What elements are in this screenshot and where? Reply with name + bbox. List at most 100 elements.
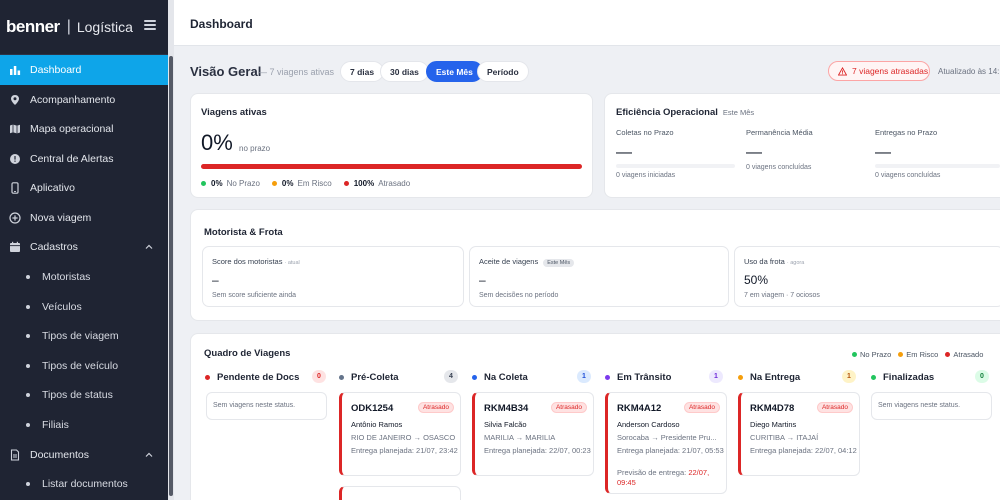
trip-status-badge: Atrasado xyxy=(550,402,587,413)
sidebar-subitem-tipos-viagem[interactable]: Tipos de viagem xyxy=(0,321,168,351)
late-progress-bar xyxy=(201,164,582,169)
driver-score-foot: Sem score suficiente ainda xyxy=(212,292,297,299)
sidebar-subitem-veiculos[interactable]: Veículos xyxy=(0,292,168,322)
column-em-transito: Em Trânsito xyxy=(605,370,671,384)
smartphone-icon xyxy=(9,182,21,194)
on-time-percent: 0% xyxy=(201,130,233,155)
driver-score-box[interactable]: Score dos motoristas · atual – Sem score … xyxy=(202,246,464,307)
sidebar-subitem-label: Listar documentos xyxy=(42,478,128,490)
trip-route: RIO DE JANEIRO → OSASCO xyxy=(351,433,456,442)
sidebar-item-acompanhamento[interactable]: Acompanhamento xyxy=(0,85,168,115)
sidebar-item-cadastros[interactable]: Cadastros xyxy=(0,232,168,262)
count-badge: 0 xyxy=(975,370,989,383)
trip-card-rkm4b34[interactable]: RKM4B34 Atrasado Silvia Falcão MARILIA →… xyxy=(472,392,594,476)
sidebar-subitem-label: Tipos de viagem xyxy=(42,330,119,342)
trip-acceptance-value: – xyxy=(479,273,486,287)
trip-planned-delivery: Entrega planejada: 21/07, 23:42 xyxy=(351,446,458,455)
active-trips-title: Viagens ativas xyxy=(201,107,267,118)
trip-route: CURITIBA → ITAJAÍ xyxy=(750,433,819,442)
efficiency-period: Este Mês xyxy=(722,108,755,117)
sidebar-subitem-label: Tipos de veículo xyxy=(42,360,119,372)
trip-driver: Antônio Ramos xyxy=(351,420,403,429)
legend-em-risco: 0% Em Risco xyxy=(271,179,332,188)
late-trips-alert[interactable]: 7 viagens atrasadas xyxy=(828,61,930,81)
driver-score-label: Score dos motoristas xyxy=(212,257,283,266)
trip-acceptance-box[interactable]: Aceite de viagens Este Mês – Sem decisões… xyxy=(469,246,729,307)
trip-code: ODK1254 xyxy=(351,403,394,414)
column-pendente-docs: Pendente de Docs xyxy=(205,370,299,384)
warning-triangle-icon xyxy=(838,66,847,76)
trip-card-rkm4d78[interactable]: RKM4D78 Atrasado Diego Martins CURITIBA … xyxy=(738,392,860,476)
fleet-usage-label: Uso da frota xyxy=(744,257,785,266)
sidebar: benner | Logística Dashboard Acompanhame… xyxy=(0,0,168,500)
overview-subtitle: — 7 viagens ativas xyxy=(258,67,335,77)
legend-em-risco: Em Risco xyxy=(898,350,938,359)
sidebar-item-documentos[interactable]: Documentos xyxy=(0,440,168,470)
efficiency-foot-permanencia: 0 viagens concluídas xyxy=(746,164,812,171)
calendar-icon xyxy=(9,241,21,253)
empty-finalizadas: Sem viagens neste status. xyxy=(871,392,992,420)
legend-atrasado: 100% Atrasado xyxy=(343,179,410,188)
efficiency-bar-coletas xyxy=(616,164,735,168)
count-badge: 1 xyxy=(842,370,856,383)
trip-status-badge: Atrasado xyxy=(816,402,853,413)
trip-driver: Anderson Cardoso xyxy=(617,420,680,429)
sidebar-item-nova-viagem[interactable]: Nova viagem xyxy=(0,203,168,233)
trip-acceptance-foot: Sem decisões no período xyxy=(479,292,559,299)
trip-driver: Diego Martins xyxy=(750,420,797,429)
sidebar-subitem-tipos-veiculo[interactable]: Tipos de veículo xyxy=(0,351,168,381)
map-pin-icon xyxy=(9,94,21,106)
sidebar-subitem-label: Veículos xyxy=(42,301,82,313)
trip-board-title: Quadro de Viagens xyxy=(204,348,291,359)
trip-code: RKM4D78 xyxy=(750,403,795,414)
sidebar-subitem-tipos-status[interactable]: Tipos de status xyxy=(0,380,168,410)
column-finalizadas: Finalizadas xyxy=(871,370,934,384)
trip-card-rkm4a12[interactable]: RKM4A12 Atrasado Anderson Cardoso Soroca… xyxy=(605,392,727,494)
sidebar-scrollbar-thumb[interactable] xyxy=(169,56,173,496)
trip-card-partial[interactable] xyxy=(339,486,461,500)
trip-status-badge: Atrasado xyxy=(683,402,720,413)
sidebar-item-label: Central de Alertas xyxy=(30,153,114,165)
sidebar-item-aplicativo[interactable]: Aplicativo xyxy=(0,173,168,203)
fleet-usage-box[interactable]: Uso da frota · agora 50% 7 em viagem · 7 … xyxy=(734,246,1000,307)
column-na-entrega: Na Entrega xyxy=(738,370,800,384)
active-trips-legend: 0% No Prazo 0% Em Risco 100% Atrasado xyxy=(201,179,422,188)
driver-fleet-title: Motorista & Frota xyxy=(204,227,283,238)
efficiency-col-coletas: Coletas no Prazo — xyxy=(616,128,674,161)
trip-route: Sorocaba → Presidente Pru... xyxy=(617,433,717,442)
trip-planned-delivery: Entrega planejada: 21/07, 05:53 xyxy=(617,446,724,455)
trip-acceptance-tag: Este Mês xyxy=(543,259,575,267)
efficiency-col-permanencia: Permanência Média — xyxy=(746,128,813,161)
trip-card-odk1254[interactable]: ODK1254 Atrasado Antônio Ramos RIO DE JA… xyxy=(339,392,461,476)
count-badge: 0 xyxy=(312,370,326,383)
sidebar-subitem-label: Motoristas xyxy=(42,271,91,283)
sidebar-subitem-filiais[interactable]: Filiais xyxy=(0,410,168,440)
sidebar-subitem-motoristas[interactable]: Motoristas xyxy=(0,262,168,292)
trip-forecast-delivery: Previsão de entrega: 22/07, 09:45 xyxy=(617,468,710,487)
filter-7-dias[interactable]: 7 dias xyxy=(340,61,385,82)
map-icon xyxy=(9,123,21,135)
topbar: Dashboard xyxy=(174,0,1000,46)
legend-no-prazo: 0% No Prazo xyxy=(201,179,260,188)
filter-30-dias[interactable]: 30 dias xyxy=(380,61,429,82)
sidebar-item-dashboard[interactable]: Dashboard xyxy=(0,55,168,85)
sidebar-item-central-alertas[interactable]: Central de Alertas xyxy=(0,144,168,174)
brand: benner | Logística xyxy=(0,0,168,55)
efficiency-col-entregas: Entregas no Prazo — xyxy=(875,128,938,161)
chevron-up-icon xyxy=(145,244,153,249)
efficiency-foot-coletas: 0 viagens iniciadas xyxy=(616,172,676,179)
trip-status-badge: Atrasado xyxy=(417,402,454,413)
sidebar-item-label: Cadastros xyxy=(30,241,78,253)
sidebar-subitem-listar-documentos[interactable]: Listar documentos xyxy=(0,469,168,499)
trip-code: RKM4A12 xyxy=(617,403,662,414)
count-badge: 4 xyxy=(444,370,458,383)
sidebar-item-mapa-operacional[interactable]: Mapa operacional xyxy=(0,114,168,144)
trip-planned-delivery: Entrega planejada: 22/07, 00:23 xyxy=(484,446,591,455)
filter-periodo[interactable]: Período xyxy=(477,61,529,82)
sidebar-item-label: Nova viagem xyxy=(30,212,92,224)
menu-toggle-icon[interactable] xyxy=(144,20,156,30)
efficiency-title: Eficiência Operacional Este Mês xyxy=(616,107,755,118)
filter-este-mes[interactable]: Este Mês xyxy=(426,61,483,82)
legend-atrasado: Atrasado xyxy=(945,350,983,359)
driver-score-value: – xyxy=(212,273,219,287)
